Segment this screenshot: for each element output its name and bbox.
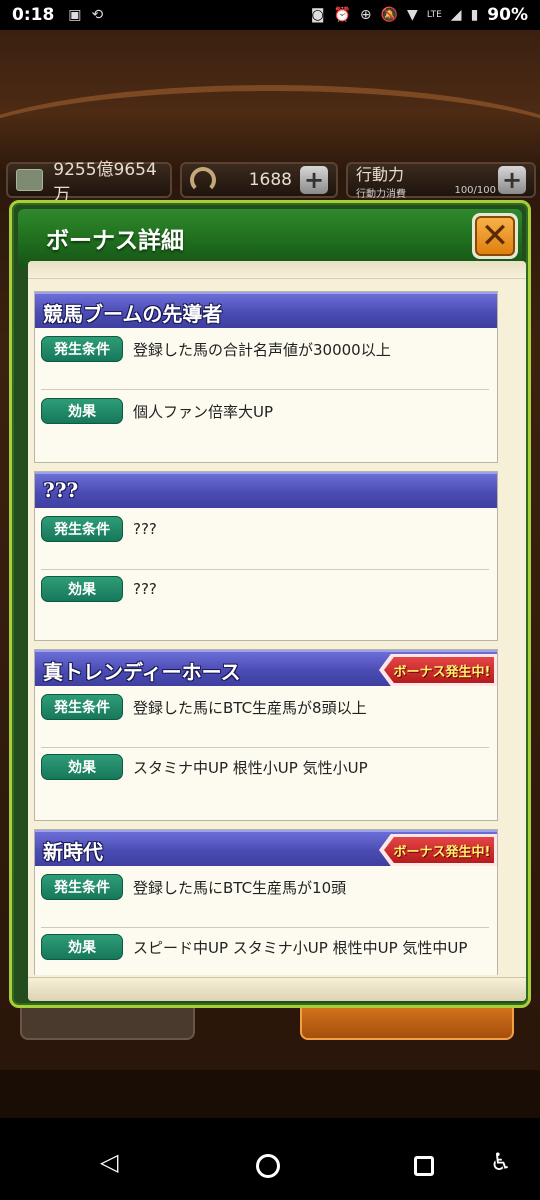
bonus-active-badge: ボーナス発生中!	[379, 654, 497, 686]
condition-text: ???	[133, 520, 157, 538]
bonus-card-header: ???	[35, 472, 497, 508]
bonus-list-scroll[interactable]: 競馬ブームの先導者 発生条件 登録した馬の合計名声値が30000以上 効果 個人…	[28, 291, 526, 975]
action-power-display: 行動力 行動力消費 100/100 +	[346, 162, 536, 200]
divider	[41, 389, 489, 390]
data-saver-icon: ⊕	[359, 7, 372, 23]
divider	[41, 747, 489, 748]
bonus-card: 新時代 ボーナス発生中! 発生条件 登録した馬にBTC生産馬が10頭 効果 スピ…	[34, 829, 498, 975]
effect-row: 効果 スピード中UP スタミナ小UP 根性中UP 気性中UP	[41, 934, 489, 960]
battery-icon: ▮	[470, 7, 479, 23]
money-icon	[16, 169, 44, 191]
bonus-title: 真トレンディーホース	[43, 660, 241, 684]
bonus-card-header: 真トレンディーホース ボーナス発生中!	[35, 650, 497, 686]
accessibility-icon[interactable]: ♿	[490, 1150, 512, 1174]
action-power-label: 行動力	[356, 164, 405, 184]
effect-text: スピード中UP スタミナ小UP 根性中UP 気性中UP	[133, 938, 468, 957]
effect-row: 効果 ???	[41, 576, 489, 602]
clock: 0:18	[12, 5, 55, 25]
divider	[41, 569, 489, 570]
auto-brightness-icon: ◙	[310, 7, 325, 23]
condition-row: 発生条件 登録した馬の合計名声値が30000以上	[41, 336, 489, 362]
recent-square-icon[interactable]	[414, 1156, 434, 1176]
phone-rotate-icon: ⟲	[91, 7, 104, 23]
paper-bottom-edge	[28, 977, 526, 1001]
screen: 0:18 ▣ ⟲ ◙ ⏰ ⊕ 🔕 ▼ LTE ◢ ▮ 90% 9255億9654…	[0, 0, 540, 1200]
money-value: 9255億9654万	[53, 160, 157, 205]
condition-text: 登録した馬にBTC生産馬が8頭以上	[133, 698, 367, 717]
action-gauge-label: 行動力消費	[356, 188, 406, 200]
modal-title: ボーナス詳細	[46, 228, 184, 254]
bonus-card: 競馬ブームの先導者 発生条件 登録した馬の合計名声値が30000以上 効果 個人…	[34, 291, 498, 463]
effect-row: 効果 個人ファン倍率大UP	[41, 398, 489, 424]
back-triangle-icon[interactable]: ◁	[100, 1150, 118, 1174]
horseshoe-value: 1688	[248, 170, 292, 190]
condition-text: 登録した馬の合計名声値が30000以上	[133, 340, 391, 359]
close-button[interactable]: ✕	[472, 213, 518, 259]
mute-icon: 🔕	[380, 7, 399, 23]
bonus-title: 競馬ブームの先導者	[43, 302, 223, 326]
condition-row: 発生条件 登録した馬にBTC生産馬が10頭	[41, 874, 489, 900]
condition-pill: 発生条件	[41, 694, 123, 720]
bonus-detail-modal: ボーナス詳細 ✕ 競馬ブームの先導者 発生条件 登録した馬の合計名声値が3000…	[9, 200, 531, 1008]
effect-row: 効果 スタミナ中UP 根性小UP 気性小UP	[41, 754, 489, 780]
bonus-card: 真トレンディーホース ボーナス発生中! 発生条件 登録した馬にBTC生産馬が8頭…	[34, 649, 498, 821]
horseshoe-display: 1688 +	[180, 162, 338, 198]
status-bar: 0:18 ▣ ⟲ ◙ ⏰ ⊕ 🔕 ▼ LTE ◢ ▮ 90%	[0, 0, 540, 30]
condition-text: 登録した馬にBTC生産馬が10頭	[133, 878, 347, 897]
lte-icon: LTE	[426, 10, 442, 20]
effect-pill: 効果	[41, 398, 123, 424]
effect-pill: 効果	[41, 576, 123, 602]
effect-text: 個人ファン倍率大UP	[133, 402, 274, 421]
condition-pill: 発生条件	[41, 336, 123, 362]
action-gauge-value: 100/100	[454, 184, 496, 196]
gallery-icon: ▣	[68, 7, 82, 23]
condition-row: 発生条件 登録した馬にBTC生産馬が8頭以上	[41, 694, 489, 720]
divider	[41, 927, 489, 928]
wifi-icon: ▼	[407, 7, 418, 23]
modal-header: ボーナス詳細 ✕	[18, 209, 522, 267]
bonus-card-header: 新時代 ボーナス発生中!	[35, 830, 497, 866]
navigation-bar: ◁ ♿	[0, 1118, 540, 1200]
add-action-button[interactable]: +	[498, 166, 526, 194]
condition-row: 発生条件 ???	[41, 516, 489, 542]
action-gauge: 行動力消費 100/100	[356, 185, 496, 200]
close-icon: ✕	[475, 216, 515, 256]
battery-percent: 90%	[487, 5, 528, 25]
effect-text: ???	[133, 580, 157, 598]
effect-pill: 効果	[41, 934, 123, 960]
horseshoe-icon	[190, 167, 216, 193]
effect-text: スタミナ中UP 根性小UP 気性小UP	[133, 758, 368, 777]
status-icons: ◙ ⏰ ⊕ 🔕 ▼ LTE ◢ ▮ 90%	[311, 5, 528, 25]
alarm-icon: ⏰	[333, 7, 351, 23]
condition-pill: 発生条件	[41, 874, 123, 900]
bonus-list-panel[interactable]: 競馬ブームの先導者 発生条件 登録した馬の合計名声値が30000以上 効果 個人…	[28, 261, 526, 1001]
bonus-active-badge: ボーナス発生中!	[379, 834, 497, 866]
bonus-card-header: 競馬ブームの先導者	[35, 292, 497, 328]
home-circle-icon[interactable]	[256, 1154, 280, 1178]
signal-icon: ◢	[450, 7, 462, 23]
paper-top-edge	[28, 261, 526, 279]
money-display: 9255億9654万	[6, 160, 172, 205]
bonus-title: ???	[43, 478, 79, 502]
effect-pill: 効果	[41, 754, 123, 780]
condition-pill: 発生条件	[41, 516, 123, 542]
add-horseshoe-button[interactable]: +	[300, 166, 328, 194]
bonus-title: 新時代	[43, 840, 103, 864]
bonus-card: ??? 発生条件 ??? 効果 ???	[34, 471, 498, 641]
